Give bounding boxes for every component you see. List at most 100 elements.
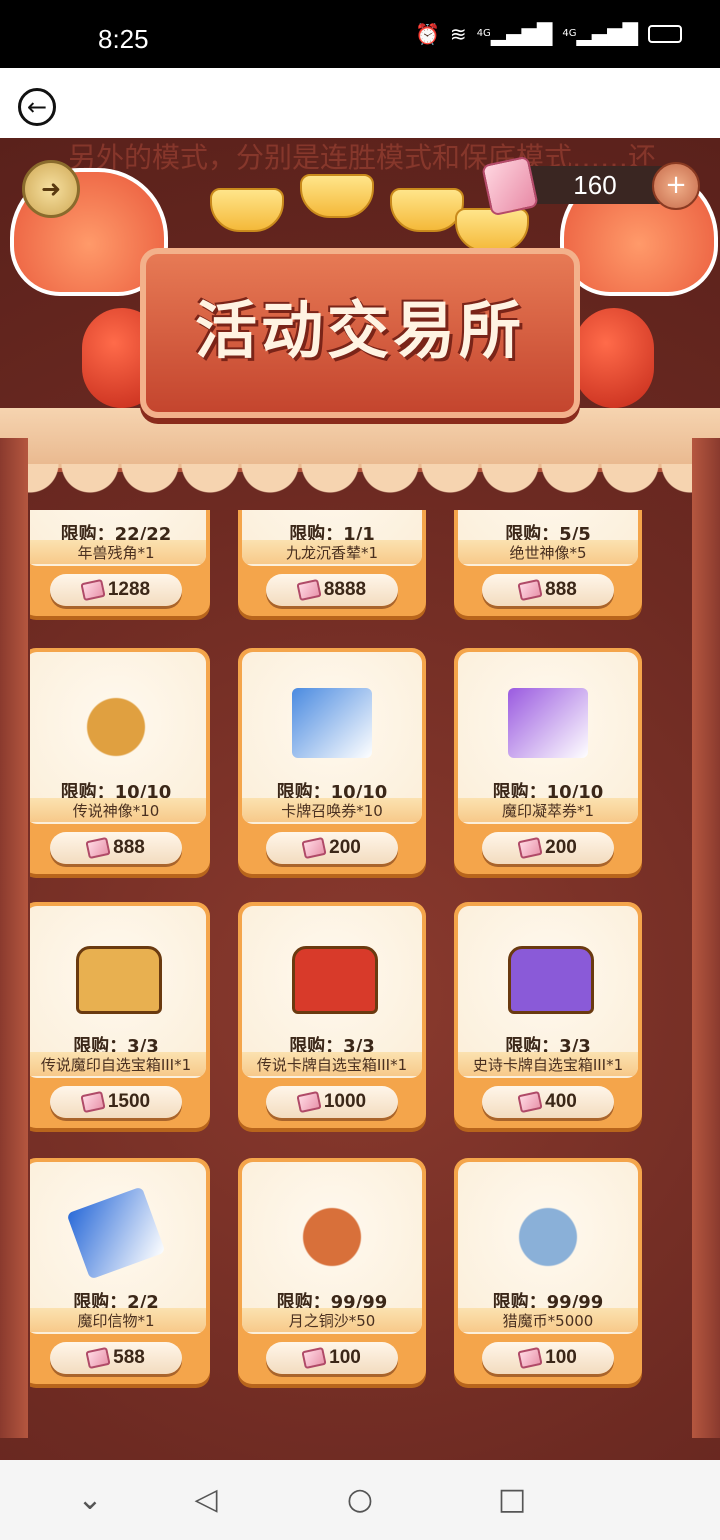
item-name: 魔印凝萃券*1 — [501, 802, 595, 820]
item-name: 传说魔印自选宝箱III*1 — [40, 1056, 192, 1074]
left-arrow-icon: ➜ — [40, 175, 62, 203]
buy-button[interactable]: 888 — [50, 832, 182, 864]
buy-button[interactable]: 1000 — [266, 1086, 398, 1118]
add-currency-button[interactable]: + — [652, 162, 700, 210]
gold-ingot — [300, 174, 374, 218]
recents-square-icon[interactable]: □ — [494, 1482, 530, 1518]
buy-button[interactable]: 100 — [482, 1342, 614, 1374]
item-icon — [498, 1182, 598, 1282]
status-bar: 8:25 ⏰ ≋ 4G▂▄▆█ 4G▂▄▆█ — [0, 0, 720, 68]
status-icons: ⏰ ≋ 4G▂▄▆█ 4G▂▄▆█ — [415, 22, 682, 46]
ticket-icon — [517, 578, 543, 602]
ticket-icon — [517, 836, 543, 860]
system-nav-bar: ⌄ ◁ ○ □ — [0, 1460, 720, 1540]
item-name: 魔印信物*1 — [77, 1312, 155, 1330]
item-price: 400 — [545, 1091, 577, 1112]
wifi-icon: ≋ — [449, 22, 467, 46]
pillar-left — [0, 438, 28, 1438]
ticket-icon — [80, 1090, 106, 1114]
item-icon — [498, 510, 598, 514]
item-price: 1500 — [107, 1091, 151, 1112]
gold-ingot — [390, 188, 464, 232]
app-top-bar: ← — [0, 68, 720, 138]
card-face: 限购：3/3 传说魔印自选宝箱III*1 — [30, 906, 206, 1078]
item-icon — [66, 672, 166, 772]
shop-item-card[interactable]: 限购：10/10 传说神像*10 888 — [30, 648, 210, 874]
ticket-icon — [296, 578, 322, 602]
ticket-icon — [85, 1346, 111, 1370]
card-face: 限购：99/99 猎魔币*5000 — [458, 1162, 638, 1334]
item-name: 传说神像*10 — [72, 802, 160, 820]
shop-item-card[interactable]: 限购：99/99 月之铜沙*50 100 — [238, 1158, 426, 1384]
card-face: 限购：10/10 传说神像*10 — [30, 652, 206, 824]
back-triangle-icon[interactable]: ◁ — [188, 1482, 224, 1518]
item-price: 888 — [545, 579, 577, 600]
alarm-icon: ⏰ — [415, 22, 440, 46]
shop-item-card[interactable]: 限购：3/3 传说魔印自选宝箱III*1 1500 — [30, 902, 210, 1128]
buy-button[interactable]: 200 — [482, 832, 614, 864]
chevron-down-icon[interactable]: ⌄ — [72, 1482, 108, 1518]
game-view[interactable]: …另外的模式，分别是连胜模式和保底模式……还需…… 活动交易所 ➜ 160 + … — [0, 138, 720, 1460]
card-face: 限购：5/5 绝世神像*5 — [458, 510, 638, 566]
network-label: 4G — [476, 28, 491, 39]
title-sign: 活动交易所 — [140, 248, 580, 418]
buy-button[interactable]: 1500 — [50, 1086, 182, 1118]
buy-button[interactable]: 200 — [266, 832, 398, 864]
signal-4g-icon: 4G▂▄▆█ — [476, 22, 553, 46]
shop-item-card[interactable]: 限购：99/99 猎魔币*5000 100 — [454, 1158, 642, 1384]
shop-item-card[interactable]: 限购：3/3 史诗卡牌自选宝箱III*1 400 — [454, 902, 642, 1128]
back-gear-button[interactable]: ➜ — [22, 160, 80, 218]
item-price: 8888 — [323, 579, 367, 600]
shop-grid[interactable]: 限购：22/22 年兽残角*1 1288 限购：1/1 九龙沉香辇*1 8888… — [30, 510, 690, 1410]
arch-scallop — [0, 464, 720, 500]
gold-ingot — [455, 208, 529, 252]
shop-item-card[interactable]: 限购：10/10 魔印凝萃券*1 200 — [454, 648, 642, 874]
buy-button[interactable]: 100 — [266, 1342, 398, 1374]
buy-button[interactable]: 400 — [482, 1086, 614, 1118]
shop-item-card[interactable]: 限购：3/3 传说卡牌自选宝箱III*1 1000 — [238, 902, 426, 1128]
currency-amount: 160 — [520, 166, 670, 204]
shop-item-card[interactable]: 限购：1/1 九龙沉香辇*1 8888 — [238, 510, 426, 616]
card-face: 限购：10/10 卡牌召唤券*10 — [242, 652, 422, 824]
shop-item-card[interactable]: 限购：10/10 卡牌召唤券*10 200 — [238, 648, 426, 874]
ticket-icon — [481, 155, 539, 217]
item-name: 绝世神像*5 — [509, 544, 587, 562]
back-arrow-icon[interactable]: ← — [18, 88, 56, 126]
page-title: 活动交易所 — [194, 294, 525, 367]
item-price: 888 — [113, 837, 145, 858]
buy-button[interactable]: 1288 — [50, 574, 182, 606]
card-face: 限购：1/1 九龙沉香辇*1 — [242, 510, 422, 566]
item-icon — [292, 688, 372, 758]
buy-button[interactable]: 588 — [50, 1342, 182, 1374]
network-label: 4G — [562, 28, 577, 39]
lantern-right — [574, 308, 654, 408]
item-icon — [76, 946, 162, 1014]
item-price: 1000 — [323, 1091, 367, 1112]
buy-button[interactable]: 888 — [482, 574, 614, 606]
item-name: 九龙沉香辇*1 — [285, 544, 379, 562]
item-name: 年兽残角*1 — [77, 544, 155, 562]
ticket-icon — [301, 836, 327, 860]
item-price: 200 — [329, 837, 361, 858]
card-face: 限购：22/22 年兽残角*1 — [30, 510, 206, 566]
item-icon — [508, 946, 594, 1014]
shop-item-card[interactable]: 限购：22/22 年兽残角*1 1288 — [30, 510, 210, 616]
ticket-icon — [517, 1090, 543, 1114]
item-name: 月之铜沙*50 — [288, 1312, 376, 1330]
buy-button[interactable]: 8888 — [266, 574, 398, 606]
item-name: 卡牌召唤券*10 — [281, 802, 383, 820]
item-icon — [292, 946, 378, 1014]
currency-display: 160 + — [481, 155, 700, 217]
item-price: 588 — [113, 1347, 145, 1368]
item-icon — [508, 688, 588, 758]
card-face: 限购：3/3 史诗卡牌自选宝箱III*1 — [458, 906, 638, 1078]
ticket-icon — [85, 836, 111, 860]
shop-item-card[interactable]: 限购：5/5 绝世神像*5 888 — [454, 510, 642, 616]
battery-icon — [648, 25, 682, 43]
shop-item-card[interactable]: 限购：2/2 魔印信物*1 588 — [30, 1158, 210, 1384]
card-face: 限购：99/99 月之铜沙*50 — [242, 1162, 422, 1334]
item-price: 200 — [545, 837, 577, 858]
item-name: 史诗卡牌自选宝箱III*1 — [472, 1056, 624, 1074]
ticket-icon — [517, 1346, 543, 1370]
home-circle-icon[interactable]: ○ — [342, 1482, 378, 1518]
